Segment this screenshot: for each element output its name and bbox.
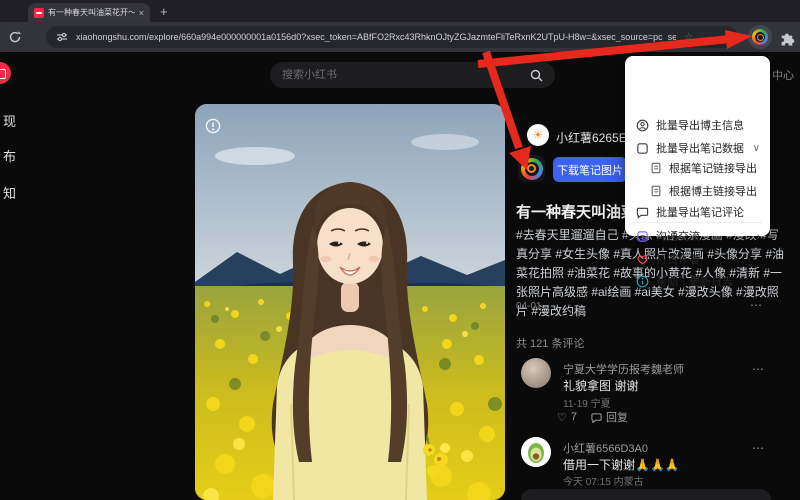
address-bar[interactable]: xiaohongshu.com/explore/660a994e00000000… [46, 26, 738, 48]
comment-text: 礼貌拿图 谢谢 [563, 379, 639, 393]
comment-bubble-icon [636, 207, 649, 219]
menu-item-label: 根据博主链接导出 [669, 186, 757, 198]
comment-meta: 今天 07:15 内蒙古 [563, 477, 644, 488]
url-text: xiaohongshu.com/explore/660a994e00000000… [76, 32, 676, 42]
sidebar-item-notifications[interactable]: 知 [3, 183, 16, 202]
site-info-icon[interactable] [56, 31, 68, 43]
reply-bubble-icon[interactable] [591, 412, 602, 423]
comment-text-body: 借用一下谢谢 [563, 458, 636, 472]
browser-tab-strip: 有一种春天叫油菜花开～普通朋 × + [0, 0, 800, 22]
chat-purple-icon [637, 230, 648, 242]
menu-item-label: 根据笔记链接导出 [669, 163, 757, 175]
menu-item-label: 批量导出笔记数据 [656, 143, 744, 155]
extensions-puzzle-icon[interactable] [779, 29, 796, 46]
commenter-avatar[interactable] [521, 437, 551, 467]
extension-logo-icon [752, 29, 768, 45]
document-icon [651, 185, 661, 197]
menu-item-export-note-comments[interactable]: 批量导出笔记评论 [625, 203, 770, 221]
search-icon[interactable] [530, 69, 543, 82]
image-info-icon[interactable] [205, 118, 221, 134]
download-note-images-button[interactable]: 下载笔记图片 [553, 157, 627, 182]
comments-count: 共 121 条评论 [516, 338, 585, 350]
menu-item-export-by-blogger-link[interactable]: 根据博主链接导出 [625, 182, 770, 200]
note-date: 04-01 [516, 301, 542, 312]
info-icon [636, 275, 649, 287]
comment-text: 借用一下谢谢🙏🙏🙏 [563, 456, 680, 473]
pray-emoji: 🙏🙏🙏 [635, 458, 680, 472]
commenter-name[interactable]: 宁夏大学学历报考魏老师 [563, 361, 684, 377]
browser-window: 有一种春天叫油菜花开～普通朋 × + xiaohongshu.com/explo… [0, 0, 800, 500]
note-square-icon [637, 142, 648, 154]
xiaohongshu-favicon [34, 7, 44, 18]
note-more-icon[interactable]: ⋯ [750, 298, 763, 312]
menu-item-export-note-data[interactable]: 批量导出笔记数据 ∨ [625, 139, 770, 157]
sidebar-item-discover[interactable]: 现 [3, 111, 16, 130]
bookmark-star-icon[interactable]: ☆ [684, 32, 693, 43]
menu-item-communication[interactable]: 沟通交流 › [625, 227, 770, 245]
extension-toolbar-button[interactable] [748, 25, 772, 49]
rapeseed-field-portrait [195, 104, 505, 500]
reply-label[interactable]: 回复 [606, 409, 628, 425]
new-tab-button[interactable]: + [160, 4, 168, 20]
comment-input[interactable] [521, 489, 771, 500]
menu-item-label: 批量导出博主信息 [656, 120, 744, 132]
search-input[interactable] [282, 69, 530, 81]
document-icon [651, 162, 661, 174]
sidebar-item-publish[interactable]: 布 [3, 146, 16, 165]
header-partial-text: 中心 [772, 70, 794, 82]
reload-icon[interactable] [8, 30, 22, 44]
avocado-avatar-icon [521, 437, 551, 467]
menu-item-export-by-note-link[interactable]: 根据笔记链接导出 [625, 159, 770, 177]
extension-logo-icon [520, 157, 543, 180]
like-count: 7 [570, 411, 577, 423]
menu-item-label: 沟通交流 [656, 231, 700, 243]
comment-more-icon[interactable]: ⋯ [752, 362, 765, 376]
menu-item-label: 打赏作者 [656, 254, 700, 266]
menu-item-export-blogger-info[interactable]: 批量导出博主信息 [625, 116, 770, 134]
extension-inpage-button[interactable] [518, 155, 545, 182]
menu-item-label: 批量导出笔记评论 [656, 207, 744, 219]
like-heart-icon[interactable]: ♡ [557, 411, 567, 424]
comment-more-icon[interactable]: ⋯ [752, 441, 765, 455]
chevron-down-icon: ∨ [752, 142, 760, 154]
browser-tab[interactable]: 有一种春天叫油菜花开～普通朋 × [28, 3, 150, 22]
menu-item-label: 帮助｜更新日志 [656, 276, 733, 288]
browser-toolbar: xiaohongshu.com/explore/660a994e00000000… [0, 22, 800, 52]
menu-item-tip-author[interactable]: 打赏作者 [625, 250, 770, 268]
chevron-right-icon: › [756, 230, 760, 242]
menu-divider [633, 222, 762, 223]
commenter-name[interactable]: 小红薯6566D3A0 [563, 440, 648, 456]
sun-icon: ☀ [532, 128, 544, 142]
commenter-avatar[interactable] [521, 358, 551, 388]
author-avatar[interactable]: ☀ [527, 124, 549, 146]
author-name[interactable]: 小红薯6265E3 [556, 129, 633, 146]
note-image[interactable] [195, 104, 505, 500]
tab-close-icon[interactable]: × [139, 8, 144, 18]
xiaohongshu-logo[interactable] [0, 62, 11, 84]
user-circle-icon [636, 119, 649, 131]
search-bar[interactable] [270, 62, 555, 88]
comment-meta: 11-19 宁夏 [563, 399, 611, 410]
extension-dropdown-menu: 批量导出博主信息 批量导出笔记数据 ∨ 根据笔记链接导出 根据博主链接导出 批量… [625, 56, 770, 288]
heart-icon [637, 254, 648, 264]
menu-item-help-changelog[interactable]: 帮助｜更新日志 [625, 272, 770, 290]
tab-title: 有一种春天叫油菜花开～普通朋 [48, 8, 135, 17]
